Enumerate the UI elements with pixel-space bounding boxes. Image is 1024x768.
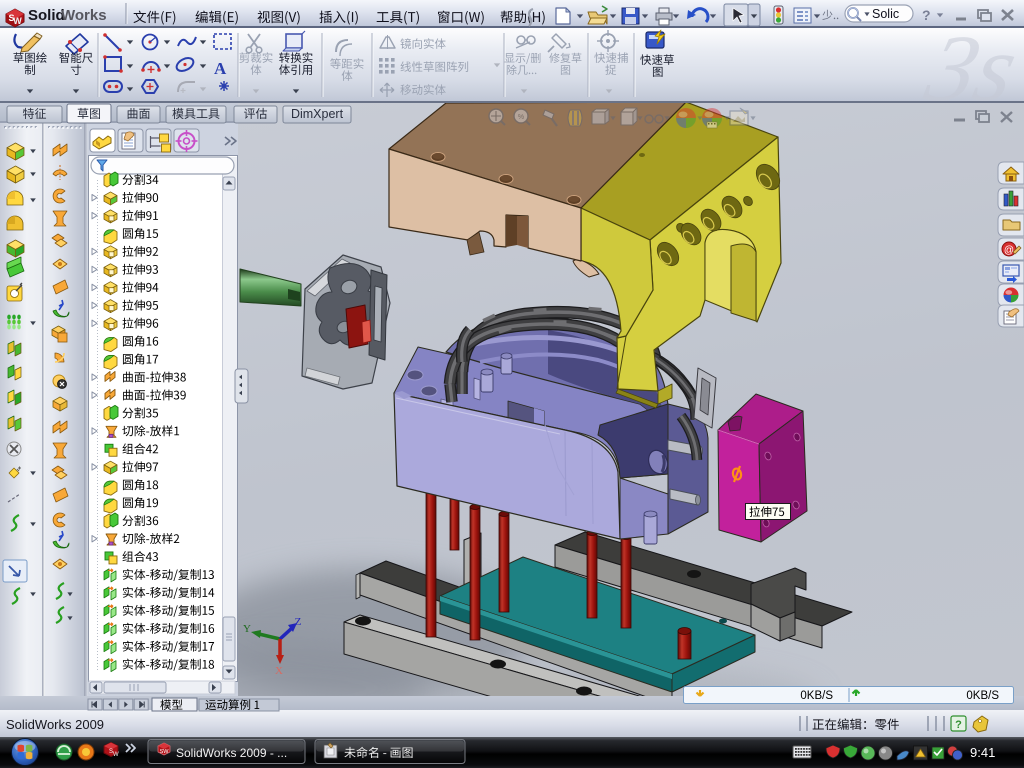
svg-text:0KB/S: 0KB/S — [966, 690, 999, 702]
svg-text:@: @ — [1004, 245, 1014, 256]
svg-text:Solid: Solid — [28, 7, 65, 24]
svg-text:?: ? — [955, 719, 962, 731]
svg-text:SolidWorks 2009: SolidWorks 2009 — [6, 717, 104, 732]
svg-text:W: W — [13, 16, 22, 26]
svg-text:DimXpert: DimXpert — [291, 107, 344, 121]
svg-text:SolidWorks 2009 - ...: SolidWorks 2009 - ... — [176, 746, 287, 760]
svg-text:Solic: Solic — [872, 7, 899, 21]
svg-text:A: A — [214, 59, 227, 78]
svg-text:Works: Works — [61, 7, 107, 24]
svg-text:Y: Y — [243, 623, 251, 635]
svg-text:%: % — [518, 114, 524, 121]
svg-text:3s: 3s — [916, 15, 1024, 120]
svg-text:?: ? — [922, 7, 931, 23]
svg-text:SW: SW — [160, 749, 170, 755]
svg-text:9:41: 9:41 — [970, 745, 995, 760]
svg-text:Z: Z — [295, 616, 302, 628]
svg-text:0KB/S: 0KB/S — [800, 690, 833, 702]
svg-text:X: X — [275, 665, 283, 677]
svg-text:W: W — [113, 752, 119, 758]
